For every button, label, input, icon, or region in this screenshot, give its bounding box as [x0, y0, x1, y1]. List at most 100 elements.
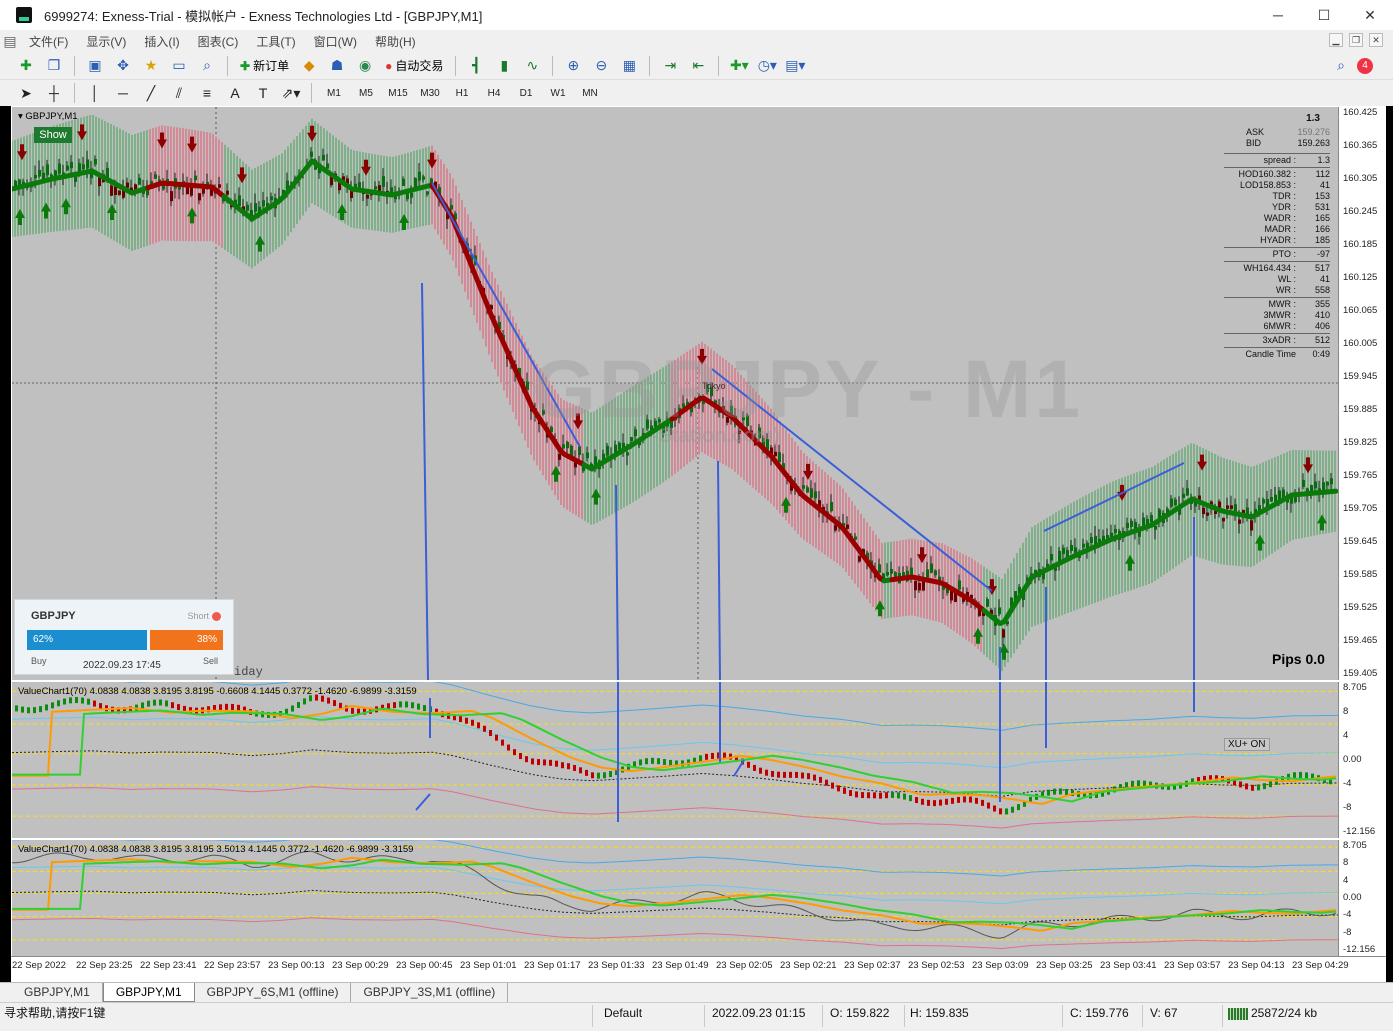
tf-h4[interactable]: H4: [480, 83, 508, 103]
oscillator-candle: [45, 704, 48, 710]
close-button[interactable]: ✕: [1347, 0, 1393, 30]
menu-insert[interactable]: 插入(I): [135, 33, 188, 50]
terminal-icon[interactable]: ▭: [167, 55, 191, 77]
app-icon: [16, 7, 32, 23]
metaeditor-icon[interactable]: ◆: [297, 55, 321, 77]
candle-body: [1074, 547, 1077, 552]
tile-windows-icon[interactable]: ▦: [617, 55, 641, 77]
tab-gbpjpy-3s[interactable]: GBPJPY_3S,M1 (offline): [351, 983, 508, 1002]
info-value: 517: [1300, 263, 1330, 274]
oscillator-candle: [405, 701, 408, 707]
mdi-restore-button[interactable]: ❐: [1349, 33, 1363, 47]
menu-window[interactable]: 窗口(W): [305, 33, 366, 50]
vertical-line-icon[interactable]: │: [83, 82, 107, 104]
autoscroll-icon[interactable]: ⇥: [658, 55, 682, 77]
axis-label: 160.185: [1343, 239, 1377, 250]
zoom-out-icon[interactable]: ⊖: [589, 55, 613, 77]
line-chart-icon[interactable]: ∿: [520, 55, 544, 77]
zoom-in-icon[interactable]: ⊕: [561, 55, 585, 77]
market-icon[interactable]: ◉: [353, 55, 377, 77]
tab-gbpjpy-m1[interactable]: GBPJPY,M1: [12, 983, 103, 1002]
search-icon[interactable]: ⌕: [1329, 55, 1353, 77]
crosshair-icon[interactable]: ┼: [42, 82, 66, 104]
main-price-pane[interactable]: GBPJPY - M1 -Station.com) ▾ GBPJPY,M1 Sh…: [12, 107, 1338, 680]
info-key: MADR :: [1224, 224, 1300, 235]
maximize-button[interactable]: ☐: [1301, 0, 1347, 30]
market-watch-icon[interactable]: ▣: [83, 55, 107, 77]
auto-trading-button[interactable]: ●自动交易: [381, 55, 447, 77]
equidistant-channel-icon[interactable]: ⫽: [167, 82, 191, 104]
tf-mn[interactable]: MN: [576, 83, 604, 103]
session-label: Tokyo: [702, 381, 726, 391]
time-label: 22 Sep 23:41: [140, 960, 197, 971]
candle-body: [1302, 480, 1305, 487]
symbol-watermark: GBPJPY - M1: [532, 343, 1083, 437]
candlestick-icon[interactable]: ▮: [492, 55, 516, 77]
chart-tabs: GBPJPY,M1 GBPJPY,M1 GBPJPY_6S,M1 (offlin…: [0, 982, 1393, 1002]
tf-m30[interactable]: M30: [416, 83, 444, 103]
navigator-icon[interactable]: ★: [139, 55, 163, 77]
profiles-icon[interactable]: ❐: [42, 55, 66, 77]
strategy-tester-icon[interactable]: ⌕: [195, 55, 219, 77]
chart-shift-icon[interactable]: ⇤: [686, 55, 710, 77]
tab-gbpjpy-m1-active[interactable]: GBPJPY,M1: [103, 983, 195, 1002]
value-chart-pane-2[interactable]: ValueChart1(70) 4.0838 4.0838 3.8195 3.8…: [12, 840, 1338, 956]
pips-readout: Pips 0.0: [1272, 651, 1325, 667]
oscillator-candle: [987, 803, 990, 809]
minimize-button[interactable]: ─: [1255, 0, 1301, 30]
value-chart-pane-1[interactable]: ValueChart1(70) 4.0838 4.0838 3.8195 3.8…: [12, 682, 1338, 838]
tf-h1[interactable]: H1: [448, 83, 476, 103]
status-bar: 寻求帮助,请按F1键 Default 2022.09.23 01:15 O: 1…: [0, 1002, 1393, 1030]
tf-d1[interactable]: D1: [512, 83, 540, 103]
oscillator-candle: [543, 759, 546, 765]
chart-symbol-label: GBPJPY,M1: [25, 111, 77, 122]
data-window-icon[interactable]: ✥: [111, 55, 135, 77]
menu-file[interactable]: 文件(F): [20, 33, 77, 50]
text-label-icon[interactable]: T: [251, 82, 275, 104]
signals-icon[interactable]: ☗: [325, 55, 349, 77]
new-order-button[interactable]: ✚新订单: [236, 55, 293, 77]
green-signal-line: [12, 860, 1336, 929]
candle-body: [830, 502, 833, 511]
tf-w1[interactable]: W1: [544, 83, 572, 103]
notification-badge[interactable]: 4: [1357, 58, 1373, 74]
tf-m5[interactable]: M5: [352, 83, 380, 103]
value-chart-1-canvas[interactable]: [12, 682, 1338, 838]
show-button[interactable]: Show: [34, 127, 72, 143]
text-icon[interactable]: A: [223, 82, 247, 104]
candle-body: [878, 564, 881, 573]
status-open: O: 159.822: [830, 1003, 889, 1031]
value-chart-2-canvas[interactable]: [12, 840, 1338, 956]
trendline-icon[interactable]: ╱: [139, 82, 163, 104]
tab-gbpjpy-6s[interactable]: GBPJPY_6S,M1 (offline): [195, 983, 352, 1002]
indicators-icon[interactable]: ✚▾: [727, 55, 751, 77]
menu-view[interactable]: 显示(V): [77, 33, 135, 50]
axis-label: 160.125: [1343, 272, 1377, 283]
templates-icon[interactable]: ▤▾: [783, 55, 807, 77]
axis-label: 0.00: [1343, 892, 1362, 903]
oscillator-candle: [771, 771, 774, 777]
arrows-icon[interactable]: ⇗▾: [279, 82, 303, 104]
document-icon[interactable]: ▤: [0, 30, 20, 52]
mdi-minimize-button[interactable]: ▁: [1329, 33, 1343, 47]
oscillator-candle: [549, 760, 552, 766]
new-chart-icon[interactable]: ✚: [14, 55, 38, 77]
menu-tools[interactable]: 工具(T): [247, 33, 304, 50]
bar-chart-icon[interactable]: ┫: [464, 55, 488, 77]
cursor-icon[interactable]: ➤: [14, 82, 38, 104]
info-key: spread :: [1224, 155, 1300, 166]
info-key: WL :: [1224, 274, 1300, 285]
tf-m1[interactable]: M1: [320, 83, 348, 103]
price-axis[interactable]: 160.425160.365160.305160.245160.185160.1…: [1338, 107, 1386, 680]
candle-body: [586, 452, 589, 458]
menu-help[interactable]: 帮助(H): [366, 33, 425, 50]
oscillator-candle: [507, 745, 510, 751]
tf-m15[interactable]: M15: [384, 83, 412, 103]
menu-charts[interactable]: 图表(C): [189, 33, 248, 50]
candle-body: [566, 442, 569, 448]
mdi-close-button[interactable]: ✕: [1369, 33, 1383, 47]
candle-body: [114, 186, 117, 195]
periods-icon[interactable]: ◷▾: [755, 55, 779, 77]
horizontal-line-icon[interactable]: ─: [111, 82, 135, 104]
fibonacci-icon[interactable]: ≡: [195, 82, 219, 104]
